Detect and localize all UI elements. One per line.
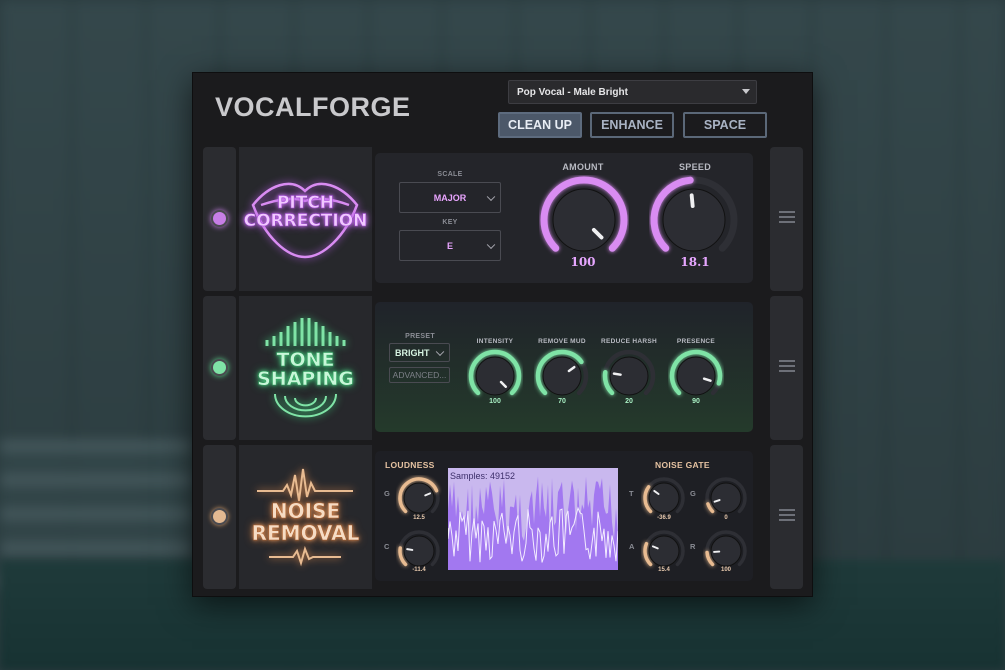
key-select[interactable]: E [399,230,501,261]
knob-body [609,356,649,396]
amount-label: AMOUNT [562,162,604,172]
knob-body [648,535,680,567]
presence-label: PRESENCE [676,338,716,345]
tone-controls-panel: PRESET BRIGHT ADVANCED... INTENSITY 100 … [375,302,753,432]
intensity-label: INTENSITY [476,338,514,345]
advanced-button[interactable]: ADVANCED... [389,367,450,383]
tab-clean-up[interactable]: CLEAN UP [498,112,582,138]
loudness-gain-value: 12.5 [413,515,425,521]
knob-body [648,482,680,514]
noise-gate-label: NOISE GATE [655,460,710,470]
scale-select[interactable]: MAJOR [399,182,501,213]
gate-release-value: 100 [720,567,731,573]
knob-indicator [689,193,695,209]
waveform-graph [448,476,618,570]
loudness-label: LOUDNESS [385,460,435,470]
noise-menu-icon[interactable] [779,509,795,524]
noise-logo-line1: NOISE [270,499,341,523]
tab-space[interactable]: SPACE [683,112,767,138]
loudness-g-letter: G [384,489,391,498]
tone-logo-line2: SHAPING [257,368,354,390]
knob-body [403,535,435,567]
gate-r-letter: R [690,542,696,551]
chevron-down-icon [486,240,496,249]
noise-controls-panel: LOUDNESS NOISE GATE G 12.5 C -11.4 Sampl… [375,451,753,581]
tone-preset-label: PRESET [405,333,435,340]
gate-threshold-value: -36.9 [657,515,671,521]
loudness-c-letter: C [384,542,390,551]
speed-label: SPEED [678,162,711,172]
remove-mud-knob[interactable] [534,348,590,404]
tone-preset-select[interactable]: BRIGHT [389,343,450,362]
knob-indicator [406,548,414,551]
knob-body [475,356,515,396]
noise-enable-toggle[interactable] [211,508,228,525]
preset-dropdown-value: Pop Vocal - Male Bright [517,86,628,98]
chevron-down-icon [486,192,496,201]
knob-body [676,356,716,396]
waveform-display[interactable]: Samples: 49152 [448,468,618,570]
reduce-harsh-value: 20 [625,398,633,405]
presence-value: 90 [692,398,700,405]
remove-mud-label: REMOVE MUD [538,338,586,345]
pitch-menu-icon[interactable] [779,211,795,226]
presence-knob[interactable] [668,348,724,404]
knob-body [552,188,616,252]
knob-value-arc [706,502,715,514]
knob-body [403,482,435,514]
gate-t-letter: T [629,489,634,498]
intensity-knob[interactable] [467,348,523,404]
tone-enable-toggle[interactable] [211,359,228,376]
vocalforge-plugin-window: VOCALFORGE Pop Vocal - Male Bright CLEAN… [192,72,813,597]
key-select-value: E [446,240,453,251]
gate-gain-value: 0 [724,515,728,521]
reduce-harsh-label: REDUCE HARSH [601,338,657,345]
knob-indicator [612,372,622,376]
pitch-logo-line1: PITCH [276,193,335,213]
samples-label: Samples: 49152 [450,471,516,481]
knob-body [542,356,582,396]
knob-body [662,188,726,252]
remove-mud-value: 70 [558,398,566,405]
speed-knob[interactable] [649,175,739,265]
tab-enhance[interactable]: ENHANCE [590,112,674,138]
loudness-compress-value: -11.4 [412,567,426,573]
amount-knob[interactable] [539,175,629,265]
module-tone-shaping: TONE SHAPING PRESET BRIGHT ADVANCED... I… [203,296,803,440]
preset-dropdown[interactable]: Pop Vocal - Male Bright [508,80,757,104]
pitch-logo-line2: CORRECTION [243,211,368,231]
scale-select-value: MAJOR [433,192,467,203]
reduce-harsh-knob[interactable] [601,348,657,404]
app-logo: VOCALFORGE [215,92,411,122]
gate-g-letter: G [690,489,697,498]
key-label: KEY [442,219,458,226]
pitch-enable-toggle[interactable] [211,210,228,227]
speed-value: 18.1 [680,255,710,269]
chevron-down-icon [435,347,445,356]
module-noise-removal: NOISE REMOVAL LOUDNESS NOISE GATE G 12.5… [203,445,803,589]
noise-logo-line2: REMOVAL [251,521,360,545]
tone-menu-icon[interactable] [779,360,795,375]
gate-a-letter: A [629,542,635,551]
gate-attack-value: 15.4 [658,567,670,573]
tone-preset-value: BRIGHT [395,347,430,358]
caret-down-icon [742,89,750,94]
scale-label: SCALE [437,171,463,178]
intensity-value: 100 [489,398,501,405]
pitch-controls-panel: SCALE MAJOR KEY E AMOUNT 100 SPEED 18.1 [375,153,753,283]
amount-value: 100 [570,255,596,269]
module-pitch-correction: PITCH CORRECTION SCALE MAJOR KEY E AMOUN… [203,147,803,291]
knob-body [710,482,742,514]
